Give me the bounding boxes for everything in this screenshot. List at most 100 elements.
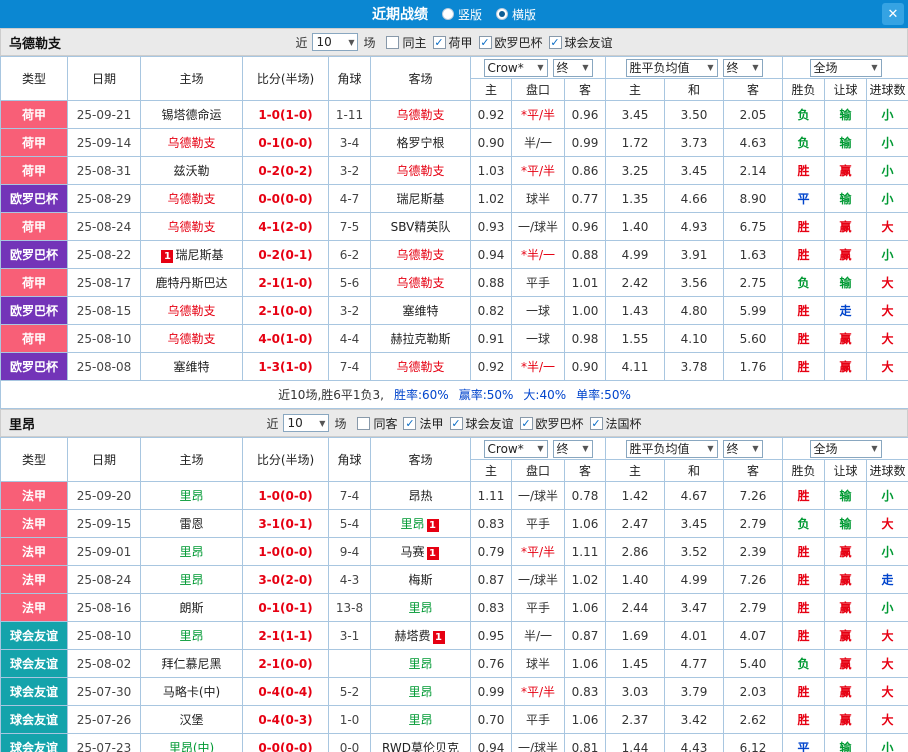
layout-radio-horizontal[interactable]: 横版 — [496, 6, 536, 23]
date-cell: 25-07-23 — [68, 734, 141, 752]
match-count-value: 10 — [287, 416, 302, 430]
checkbox-icon: ✓ — [479, 36, 492, 49]
eu-draw-odds: 4.99 — [665, 566, 724, 594]
eu-home-odds: 1.45 — [606, 650, 665, 678]
avg-odds-select[interactable]: 胜平负均值 ▼ — [626, 440, 718, 458]
team-label: 瑞尼斯基 — [175, 248, 223, 262]
avg-odds-select[interactable]: 胜平负均值 ▼ — [626, 59, 718, 77]
home-team-cell: 乌德勒支 — [141, 129, 243, 157]
filter-checkbox[interactable]: ✓法国杯 — [590, 415, 642, 432]
score-cell: 4-0(1-0) — [243, 325, 329, 353]
away-team-cell: 里昂 — [371, 678, 471, 706]
eu-draw-odds: 4.77 — [665, 650, 724, 678]
bookmaker-select[interactable]: Crow* ▼ — [484, 440, 548, 458]
checkbox-icon: ✓ — [403, 417, 416, 430]
home-team-cell: 锡塔德命运 — [141, 101, 243, 129]
bookmaker-select[interactable]: Crow* ▼ — [484, 59, 548, 77]
score-cell: 0-2(0-2) — [243, 157, 329, 185]
col-score: 比分(半场) — [243, 438, 329, 482]
scope-value: 全场 — [814, 440, 838, 457]
filter-checkbox[interactable]: ✓荷甲 — [433, 34, 473, 51]
league-badge: 法甲 — [1, 594, 68, 622]
scope-select[interactable]: 全场 ▼ — [810, 59, 882, 77]
filter-checkbox[interactable]: ✓欧罗巴杯 — [520, 415, 584, 432]
team-label: 乌德勒支 — [396, 360, 444, 374]
eu-draw-odds: 3.91 — [665, 241, 724, 269]
match-count-select[interactable]: 10 ▼ — [283, 414, 329, 432]
col-result: 胜负 — [783, 460, 825, 482]
home-team-cell: 乌德勒支 — [141, 297, 243, 325]
corner-cell — [329, 650, 371, 678]
team-label: 朗斯 — [179, 601, 203, 615]
filter-checkbox[interactable]: ✓球会友谊 — [450, 415, 514, 432]
close-icon[interactable]: ✕ — [882, 3, 904, 25]
league-badge: 欧罗巴杯 — [1, 297, 68, 325]
result-cell: 负 — [783, 510, 825, 538]
filter-checkbox[interactable]: ✓球会友谊 — [549, 34, 613, 51]
result-cell: 负 — [783, 101, 825, 129]
games-label: 场 — [334, 415, 346, 432]
goals-result-cell: 走 — [867, 566, 908, 594]
asian-odds-group: Crow* ▼ 终 ▼ — [471, 57, 606, 79]
odds-time-select[interactable]: 终 ▼ — [553, 59, 593, 77]
league-badge: 欧罗巴杯 — [1, 353, 68, 381]
date-cell: 25-09-21 — [68, 101, 141, 129]
checkbox-label: 法国杯 — [606, 415, 642, 432]
match-row: 球会友谊25-07-26汉堡0-4(0-3)1-0里昂0.70平手1.062.3… — [1, 706, 908, 734]
filter-checkbox[interactable]: ✓法甲 — [403, 415, 443, 432]
col-spread: 让球 — [825, 460, 867, 482]
team-label: 马略卡(中) — [163, 685, 220, 699]
scope-group: 全场 ▼ — [783, 438, 908, 460]
ah-home-odds: 0.99 — [471, 678, 512, 706]
goals-result-cell: 小 — [867, 594, 908, 622]
score-cell: 0-0(0-0) — [243, 734, 329, 752]
league-badge: 球会友谊 — [1, 650, 68, 678]
ah-away-odds: 1.01 — [565, 269, 606, 297]
euro-time-select[interactable]: 终 ▼ — [723, 440, 763, 458]
col-ah-away: 客 — [565, 79, 606, 101]
col-away: 客场 — [371, 57, 471, 101]
date-cell: 25-08-08 — [68, 353, 141, 381]
league-badge: 荷甲 — [1, 325, 68, 353]
summary-row: 近10场,胜6平1负3,胜率:60%赢率:50%大:40%单率:50% — [1, 381, 908, 409]
corner-cell: 5-6 — [329, 269, 371, 297]
handicap-result-cell: 赢 — [825, 594, 867, 622]
radio-icon — [496, 8, 508, 20]
eu-home-odds: 1.55 — [606, 325, 665, 353]
checkbox-icon: ✓ — [450, 417, 463, 430]
league-badge: 法甲 — [1, 482, 68, 510]
team-label: 里昂 — [408, 713, 432, 727]
chevron-down-icon: ▼ — [707, 444, 713, 453]
match-count-select[interactable]: 10 ▼ — [312, 33, 358, 51]
date-cell: 25-08-29 — [68, 185, 141, 213]
ah-away-odds: 1.06 — [565, 510, 606, 538]
eu-draw-odds: 3.78 — [665, 353, 724, 381]
handicap-cell: 半/一 — [512, 622, 565, 650]
ah-away-odds: 0.86 — [565, 157, 606, 185]
handicap-result-cell: 赢 — [825, 213, 867, 241]
filter-checkbox[interactable]: 同主 — [386, 34, 426, 51]
eu-home-odds: 3.03 — [606, 678, 665, 706]
layout-radio-vertical[interactable]: 竖版 — [442, 6, 482, 23]
filter-checkbox[interactable]: 同客 — [357, 415, 397, 432]
col-home: 主场 — [141, 57, 243, 101]
euro-time-select[interactable]: 终 ▼ — [723, 59, 763, 77]
date-cell: 25-08-10 — [68, 622, 141, 650]
home-team-cell: 里昂 — [141, 622, 243, 650]
date-cell: 25-08-17 — [68, 269, 141, 297]
odds-time-select[interactable]: 终 ▼ — [553, 440, 593, 458]
league-badge: 荷甲 — [1, 213, 68, 241]
handicap-cell: 一/球半 — [512, 734, 565, 752]
col-score: 比分(半场) — [243, 57, 329, 101]
match-row: 球会友谊25-08-10里昂2-1(1-1)3-1赫塔费10.95半/一0.87… — [1, 622, 908, 650]
away-team-cell: 赫塔费1 — [371, 622, 471, 650]
away-team-cell: 马赛1 — [371, 538, 471, 566]
radio-label: 横版 — [512, 6, 536, 23]
team-label: 锡塔德命运 — [161, 108, 221, 122]
match-row: 球会友谊25-07-30马略卡(中)0-4(0-4)5-2里昂0.99*平/半0… — [1, 678, 908, 706]
scope-select[interactable]: 全场 ▼ — [810, 440, 882, 458]
filter-checkbox[interactable]: ✓欧罗巴杯 — [479, 34, 543, 51]
ah-home-odds: 1.11 — [471, 482, 512, 510]
eu-draw-odds: 4.80 — [665, 297, 724, 325]
goals-result-cell: 大 — [867, 622, 908, 650]
